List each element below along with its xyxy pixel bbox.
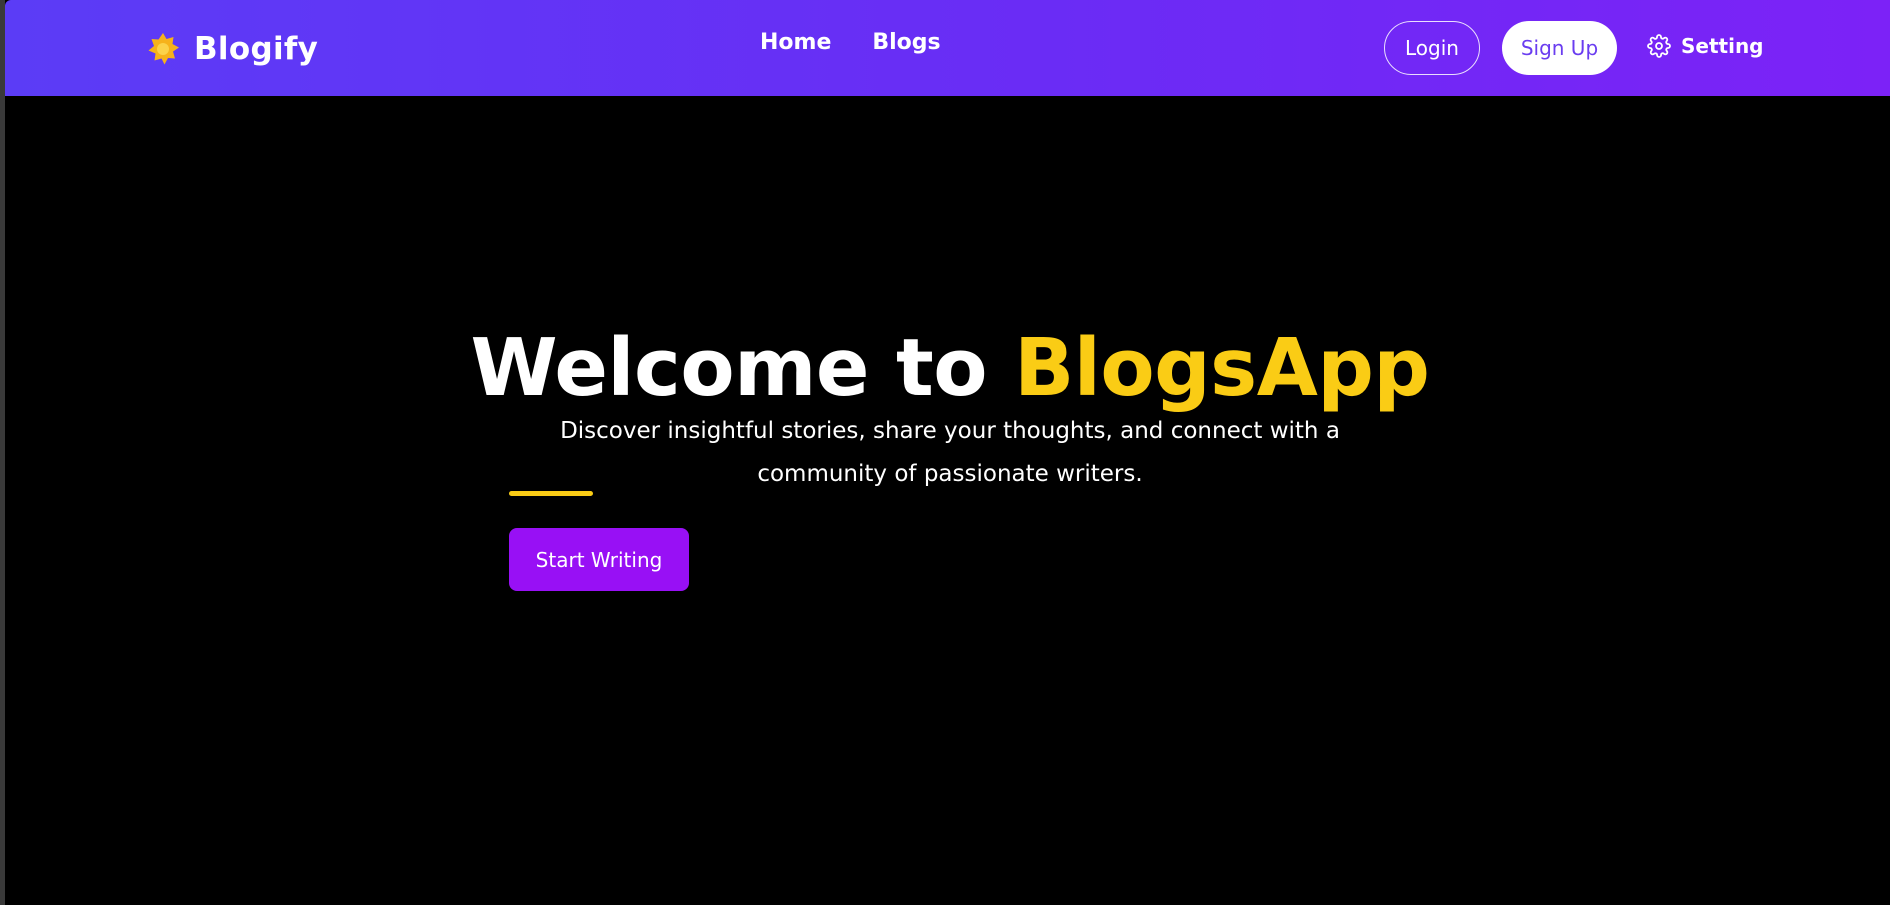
hero-title-accent: BlogsApp: [1014, 322, 1430, 414]
hero-title: Welcome to BlogsApp: [0, 322, 1890, 414]
accent-underline: [509, 491, 593, 496]
window-edge: [0, 0, 5, 905]
star-badge-icon: [146, 32, 180, 66]
navbar: Blogify Home Blogs Login Sign Up Setting: [5, 0, 1890, 96]
nav-link-blogs[interactable]: Blogs: [872, 30, 940, 55]
brand-name: Blogify: [194, 31, 319, 67]
start-writing-button[interactable]: Start Writing: [509, 528, 689, 591]
nav-link-home[interactable]: Home: [760, 30, 831, 55]
page: Blogify Home Blogs Login Sign Up Setting…: [0, 0, 1890, 905]
hero-subtitle: Discover insightful stories, share your …: [560, 418, 1340, 487]
main-nav: Home Blogs: [760, 30, 941, 55]
signup-button[interactable]: Sign Up: [1502, 21, 1617, 75]
gear-icon: [1647, 34, 1671, 58]
setting-button[interactable]: Setting: [1647, 34, 1764, 58]
setting-label: Setting: [1681, 34, 1764, 58]
brand[interactable]: Blogify: [146, 28, 318, 70]
login-button[interactable]: Login: [1384, 21, 1480, 75]
hero-title-prefix: Welcome to: [470, 322, 1015, 414]
